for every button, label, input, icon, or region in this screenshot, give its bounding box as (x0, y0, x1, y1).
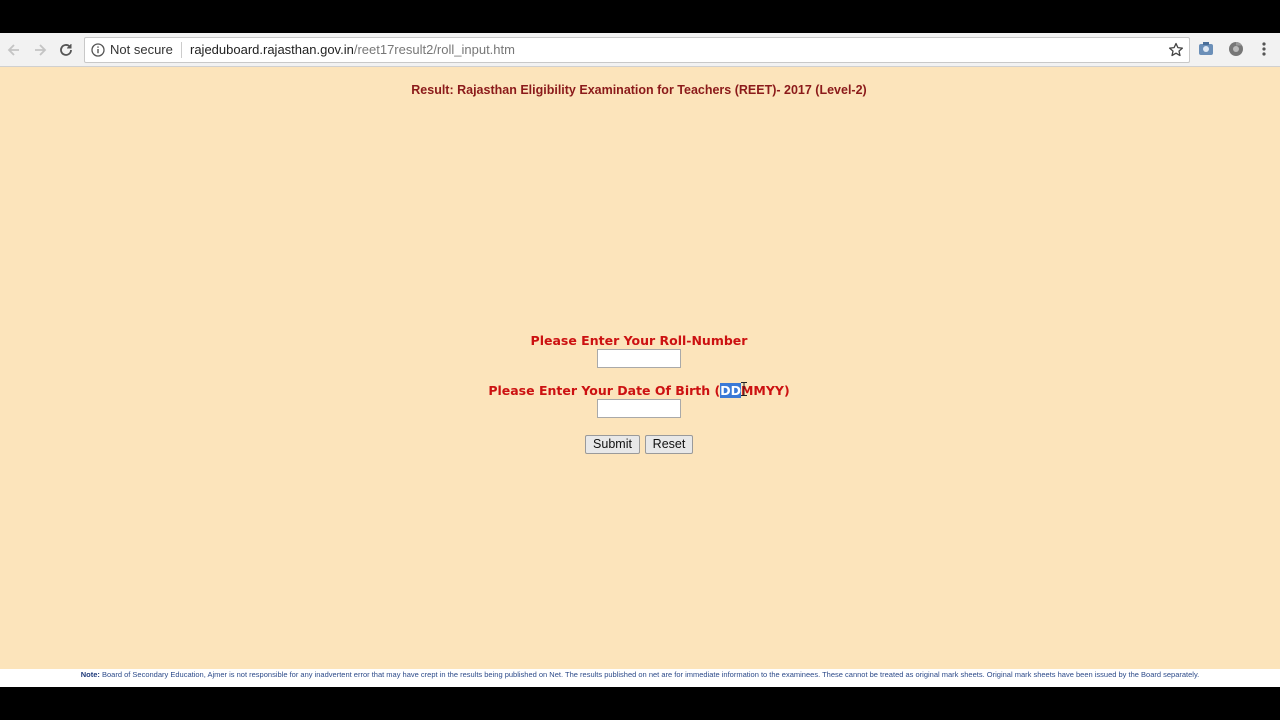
roll-number-input[interactable] (597, 349, 681, 368)
back-arrow-icon[interactable] (4, 40, 24, 60)
dob-label-selected: DD (720, 383, 741, 398)
extension-icon[interactable] (1198, 41, 1214, 62)
security-status[interactable]: Not secure (110, 42, 173, 58)
letterbox-top (0, 0, 1280, 33)
dob-label: Please Enter Your Date Of Birth (DDMMYY) (0, 383, 1278, 398)
omnibox-divider (181, 42, 182, 58)
reset-button[interactable]: Reset (645, 435, 693, 454)
page-title: Result: Rajasthan Eligibility Examinatio… (411, 83, 867, 97)
url-path: /reet17result2/roll_input.htm (353, 42, 515, 57)
reload-icon[interactable] (56, 40, 76, 60)
kebab-menu-icon[interactable] (1259, 41, 1269, 62)
star-icon[interactable] (1168, 42, 1184, 63)
note-text: Board of Secondary Education, Ajmer is n… (99, 670, 1200, 679)
browser-toolbar: Not secure rajeduboard.rajasthan.gov.in/… (0, 33, 1280, 67)
dob-label-suffix: MMYY) (740, 383, 790, 398)
url-host: rajeduboard.rajasthan.gov.in (190, 42, 354, 57)
forward-arrow-icon[interactable] (30, 40, 50, 60)
extension-icon[interactable] (1228, 41, 1244, 62)
dob-label-prefix: Please Enter Your Date Of Birth ( (488, 383, 721, 398)
dob-input[interactable] (597, 399, 681, 418)
submit-button[interactable]: Submit (585, 435, 640, 454)
page-content: Result: Rajasthan Eligibility Examinatio… (0, 67, 1280, 687)
letterbox-bottom (0, 687, 1280, 720)
screen: Not secure rajeduboard.rajasthan.gov.in/… (0, 0, 1280, 720)
info-icon[interactable] (91, 43, 105, 62)
address-bar[interactable]: Not secure rajeduboard.rajasthan.gov.in/… (84, 37, 1190, 63)
url-text[interactable]: rajeduboard.rajasthan.gov.in/reet17resul… (190, 42, 515, 58)
text-cursor-icon (741, 382, 747, 396)
note-label: Note: (80, 670, 100, 679)
disclaimer-note: Note: Board of Secondary Education, Ajme… (0, 669, 1280, 687)
roll-number-label: Please Enter Your Roll-Number (530, 333, 748, 348)
